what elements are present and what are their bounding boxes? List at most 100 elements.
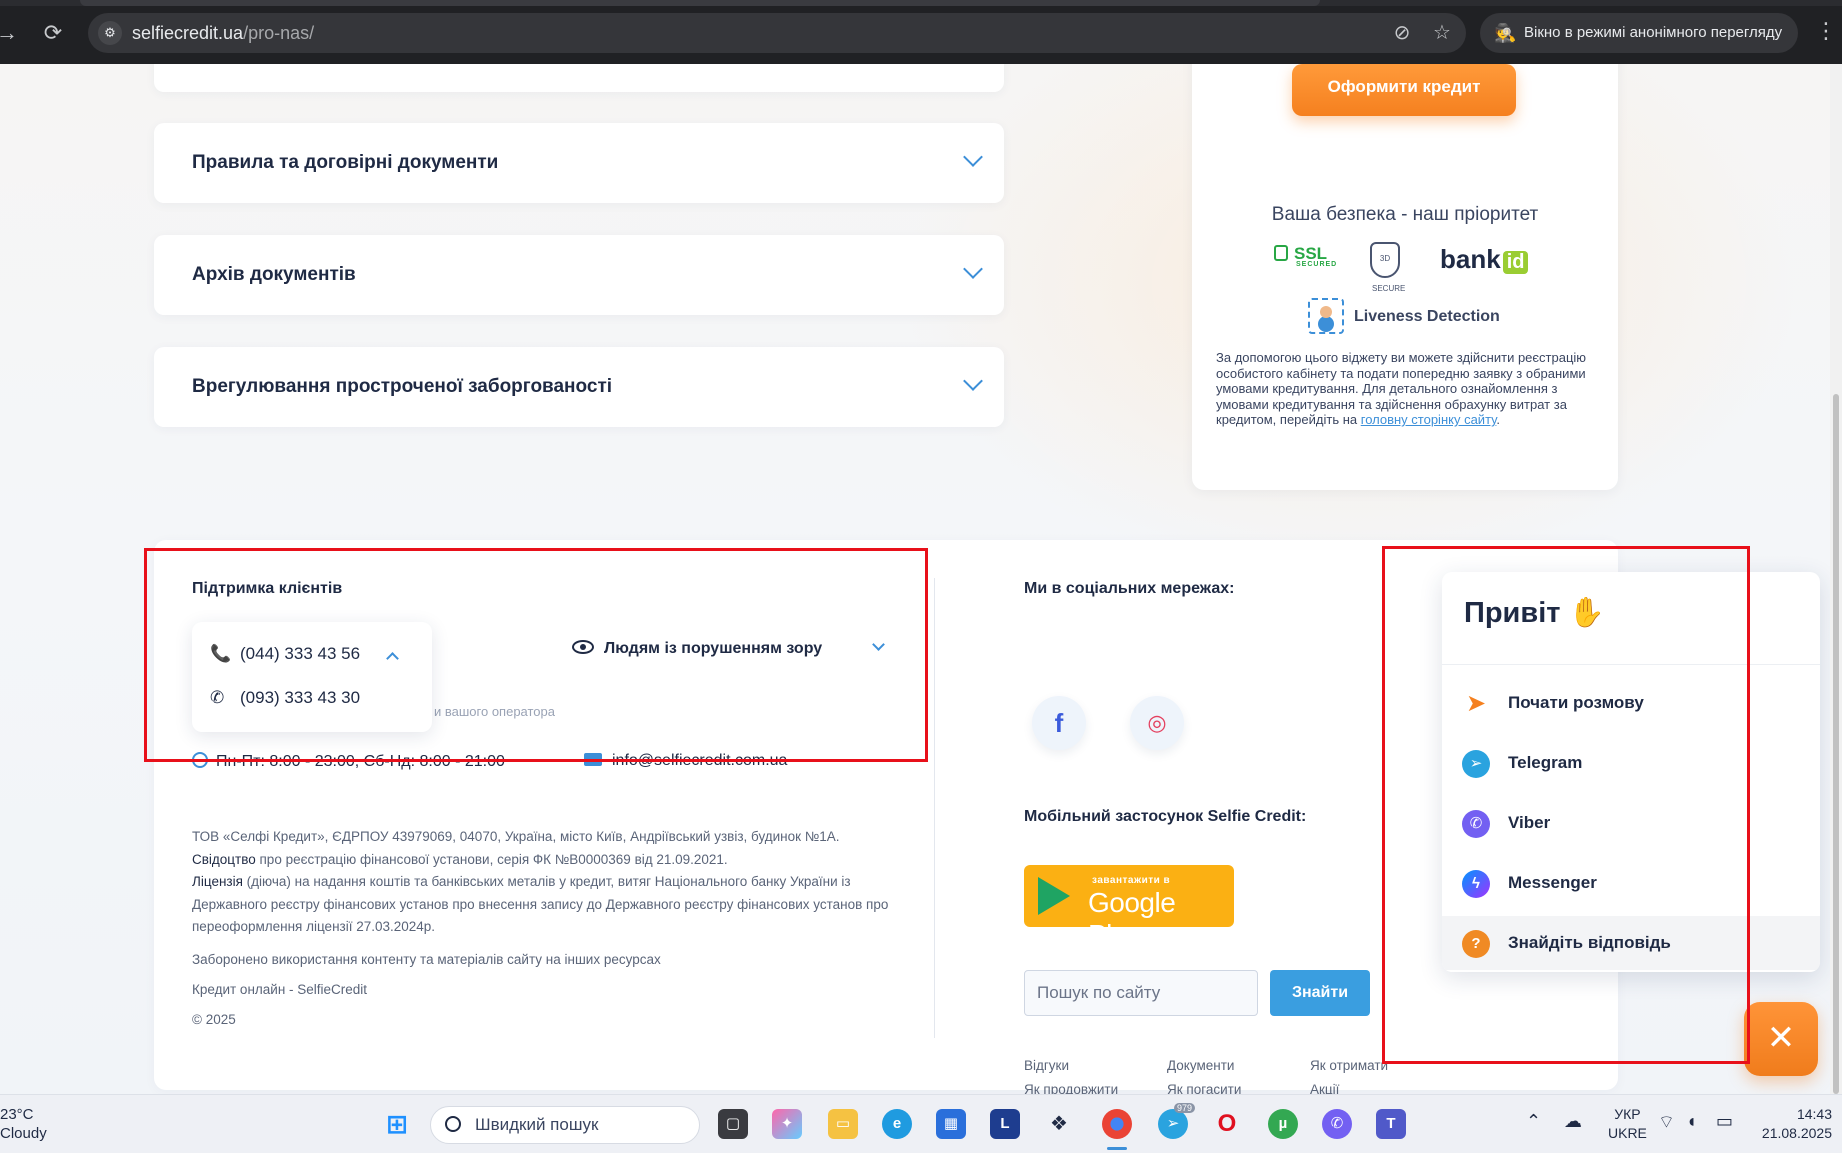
security-title: Ваша безпека - наш пріоритет [1271, 204, 1539, 225]
viber-taskbar-icon[interactable]: ✆ [1322, 1109, 1352, 1139]
language-indicator[interactable]: УКР UKRE [1608, 1105, 1647, 1143]
opera-icon[interactable]: O [1212, 1109, 1242, 1139]
bankid-logo: bank id [1440, 244, 1529, 275]
bankid-text: bank [1440, 244, 1501, 274]
chrome-icon[interactable] [1102, 1109, 1132, 1139]
telegram-unread-badge: 979 [1174, 1103, 1196, 1113]
google-play-icon [1038, 877, 1070, 915]
dropbox-icon[interactable]: ❖ [1044, 1109, 1074, 1139]
page-scrollbar[interactable] [1830, 64, 1842, 1094]
teams-icon[interactable]: T [1376, 1109, 1406, 1139]
url-text[interactable]: selfiecredit.ua/pro-nas/ [132, 23, 314, 44]
content-usage-notice: Заборонено використання контенту та мате… [192, 952, 661, 967]
chevron-down-icon [963, 259, 983, 279]
search-icon [445, 1116, 461, 1132]
site-search-input[interactable]: Пошук по сайту [1024, 970, 1258, 1016]
weather-condition: Cloudy [0, 1125, 47, 1142]
store-icon[interactable]: ▦ [936, 1109, 966, 1139]
disclaimer-end: . [1496, 412, 1500, 427]
face-scan-icon [1308, 298, 1344, 334]
onedrive-icon[interactable]: ☁ [1564, 1111, 1582, 1132]
credit-widget-card: Оформити кредит Ваша безпека - наш пріор… [1192, 64, 1618, 490]
menu-icon[interactable]: ⋮ [1815, 18, 1837, 44]
app-title: Мобільний застосунок Selfie Credit: [1024, 808, 1307, 825]
forward-icon[interactable]: → [0, 20, 20, 46]
close-icon: ✕ [1766, 1019, 1796, 1057]
chevron-down-icon [963, 371, 983, 391]
legal-cert-label[interactable]: Свідоцтво [192, 852, 256, 867]
apply-credit-button[interactable]: Оформити кредит [1292, 64, 1516, 116]
accordion-label: Врегулювання простроченої заборгованості [192, 376, 613, 397]
file-explorer-icon[interactable]: ▭ [828, 1109, 858, 1139]
footer-link-how-to-get[interactable]: Як отримати [1310, 1058, 1388, 1073]
active-tab[interactable] [80, 0, 1320, 6]
copilot-icon[interactable]: ✦ [772, 1109, 802, 1139]
task-view-icon[interactable]: ▢ [718, 1109, 748, 1139]
lang-top: УКР [1614, 1106, 1641, 1122]
clock[interactable]: 14:43 21.08.2025 [1752, 1105, 1832, 1143]
address-bar[interactable]: ⚙ selfiecredit.ua/pro-nas/ ⊘ ☆ [88, 13, 1466, 53]
footer-link-promotions[interactable]: Акції [1310, 1082, 1339, 1094]
annotation-box-support [144, 548, 928, 762]
footer-link-documents[interactable]: Документи [1167, 1058, 1234, 1073]
taskbar-search[interactable]: Швидкий пошук [430, 1106, 700, 1144]
instagram-icon[interactable]: ◎ [1130, 696, 1184, 750]
browser-chrome: → ⟳ ⚙ selfiecredit.ua/pro-nas/ ⊘ ☆ 🕵 Вік… [0, 0, 1842, 64]
gplay-big-label: Google Play [1088, 887, 1176, 950]
taskbar-search-text: Швидкий пошук [475, 1115, 599, 1134]
utorrent-icon[interactable]: µ [1268, 1109, 1298, 1139]
telegram-taskbar-icon[interactable]: ➢ [1158, 1109, 1188, 1139]
accordion-rules-documents[interactable]: Правила та договірні документи [154, 123, 1004, 203]
tray-expand-icon[interactable]: ⌃ [1526, 1111, 1541, 1132]
edge-icon[interactable]: e [882, 1109, 912, 1139]
ssl-sub-label: SECURED [1296, 261, 1338, 268]
incognito-icon: 🕵 [1494, 23, 1517, 43]
legal-cert: про реєстрацію фінансової установи, сері… [255, 851, 728, 867]
page-content: Правила та договірні документи Архів док… [0, 64, 1842, 1094]
windows-start-icon[interactable]: ⊞ [382, 1109, 412, 1139]
battery-icon[interactable]: ▭ [1716, 1111, 1733, 1132]
site-search-button[interactable]: Знайти [1270, 970, 1370, 1016]
app-l-icon[interactable]: L [990, 1109, 1020, 1139]
footer-divider [934, 578, 935, 1038]
liveness-label: Liveness Detection [1354, 308, 1500, 325]
ssl-badge: SSL SECURED [1274, 244, 1337, 268]
google-play-button[interactable]: завантажити в Google Play [1024, 865, 1234, 950]
lock-icon [1274, 245, 1288, 261]
social-title: Ми в соціальних мережах: [1024, 580, 1235, 597]
weather-temp: 23°C [0, 1106, 34, 1123]
lang-bottom: UKRE [1608, 1125, 1647, 1141]
wifi-icon[interactable]: ⌔ [1658, 1111, 1675, 1134]
star-icon[interactable]: ☆ [1430, 21, 1454, 45]
accordion-documents-archive[interactable]: Архів документів [154, 235, 1004, 315]
clock-date: 21.08.2025 [1761, 1125, 1832, 1141]
volume-icon[interactable]: ◖ [1686, 1111, 1697, 1132]
site-info-icon[interactable]: ⚙ [98, 21, 122, 45]
incognito-label: Вікно в режимі анонімного перегляду [1524, 24, 1783, 41]
facebook-icon[interactable]: f [1032, 696, 1086, 750]
chrome-active-indicator [1107, 1147, 1127, 1150]
copyright: © 2025 [192, 1012, 236, 1027]
footer-link-how-to-extend[interactable]: Як продовжити [1024, 1082, 1118, 1094]
gplay-small-label: завантажити в [1092, 875, 1171, 886]
reload-icon[interactable]: ⟳ [40, 20, 66, 46]
chevron-down-icon [963, 147, 983, 167]
legal-license: (діюча) на надання коштів та банківських… [192, 874, 889, 935]
scrollbar-thumb[interactable] [1833, 394, 1839, 1094]
clock-time: 14:43 [1796, 1106, 1832, 1122]
footer-link-reviews[interactable]: Відгуки [1024, 1058, 1069, 1073]
weather-widget[interactable]: 23°C Cloudy [0, 1105, 47, 1143]
3d-secure-shield-icon: 3D SECURE [1370, 242, 1405, 293]
eye-off-icon[interactable]: ⊘ [1390, 21, 1414, 45]
homepage-link[interactable]: головну сторінку сайту [1361, 412, 1497, 427]
footer-link-how-to-repay[interactable]: Як погасити [1167, 1082, 1241, 1094]
url-path: /pro-nas/ [243, 23, 315, 43]
annotation-box-chat [1382, 546, 1750, 1064]
legal-license-label[interactable]: Ліцензія [192, 874, 243, 889]
chat-close-button[interactable]: ✕ [1744, 1002, 1818, 1076]
accordion-card-previous[interactable] [154, 64, 1004, 92]
legal-company: ТОВ «Селфі Кредит», ЄДРПОУ 43979069, 040… [192, 829, 840, 844]
brand-line[interactable]: Кредит онлайн - SelfieCredit [192, 982, 367, 997]
incognito-indicator[interactable]: 🕵 Вікно в режимі анонімного перегляду [1480, 13, 1798, 53]
accordion-overdue-debt[interactable]: Врегулювання простроченої заборгованості [154, 347, 1004, 427]
